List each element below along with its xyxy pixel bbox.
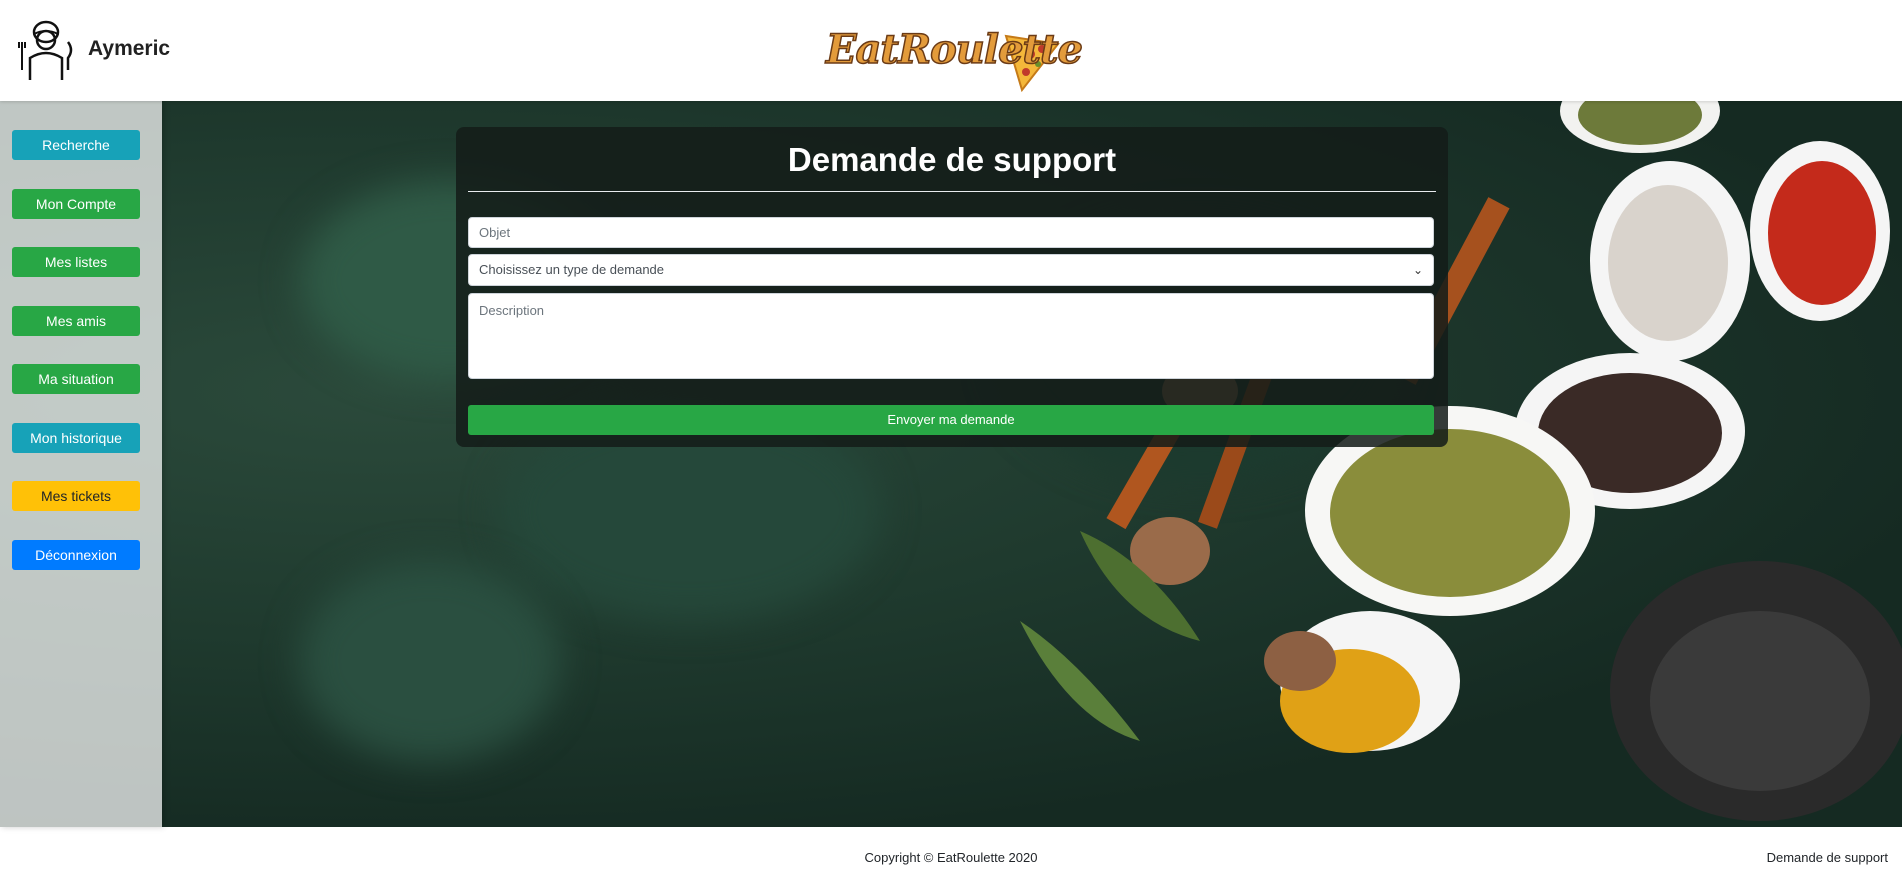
support-request-panel: Demande de support Objet Choisissez un t… [456, 127, 1448, 447]
footer-support-link[interactable]: Demande de support [1767, 850, 1888, 865]
sidebar-item-mes-listes[interactable]: Mes listes [12, 247, 140, 277]
page-title: Demande de support [787, 141, 1117, 178]
chef-avatar-icon [18, 20, 73, 80]
top-header: Aymeric EatRoulette [0, 0, 1902, 101]
request-type-select[interactable]: Choisissez un type de demande ⌄ [468, 254, 1434, 286]
footer: Copyright © EatRoulette 2020 Demande de … [0, 827, 1902, 877]
objet-input[interactable]: Objet [468, 217, 1434, 248]
sidebar-item-mon-historique[interactable]: Mon historique [12, 423, 140, 453]
username: Aymeric [88, 37, 171, 60]
sidebar-item-mon-compte[interactable]: Mon Compte [12, 189, 140, 219]
title-divider [468, 191, 1436, 192]
sidebar-item-ma-situation[interactable]: Ma situation [12, 364, 140, 394]
sidebar-item-recherche[interactable]: Recherche [12, 130, 140, 160]
chevron-down-icon: ⌄ [1412, 263, 1423, 277]
submit-button[interactable]: Envoyer ma demande [468, 405, 1434, 435]
user-profile[interactable]: Aymeric [18, 16, 170, 82]
description-placeholder: Description [479, 303, 545, 318]
copyright-text: Copyright © EatRoulette 2020 [864, 850, 1038, 865]
logo-text: EatRoulette [825, 25, 1083, 74]
request-type-value: Choisissez un type de demande [479, 262, 665, 277]
description-textarea[interactable]: Description [468, 293, 1434, 379]
app-logo[interactable]: EatRoulette [825, 16, 1084, 93]
sidebar-item-mes-amis[interactable]: Mes amis [12, 306, 140, 336]
objet-placeholder: Objet [479, 225, 511, 240]
sidebar-item-mes-tickets[interactable]: Mes tickets [12, 481, 140, 511]
sidebar-item-deconnexion[interactable]: Déconnexion [12, 540, 140, 570]
sidebar: Recherche Mon Compte Mes listes Mes amis… [0, 101, 162, 827]
